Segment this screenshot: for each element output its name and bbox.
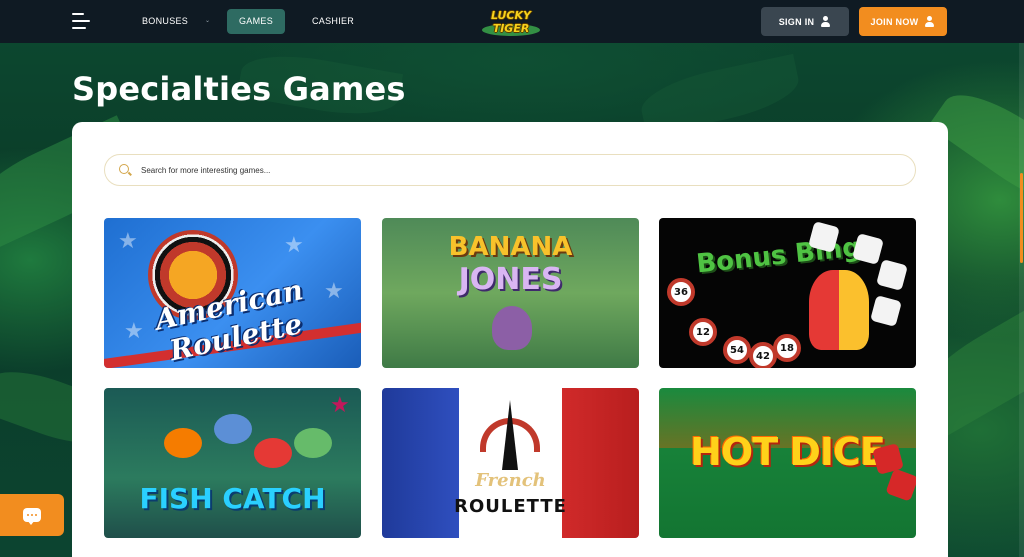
game-title: FISH CATCH: [139, 482, 326, 515]
games-panel: ★ ★ ★ ★ American Roulette BANANA JONES B…: [72, 122, 948, 557]
game-tile-american-roulette[interactable]: ★ ★ ★ ★ American Roulette: [104, 218, 361, 368]
star-decoration: ★: [284, 232, 304, 257]
game-tile-bonus-bingo[interactable]: Bonus Bingo 36 12 54 42 18: [659, 218, 916, 368]
game-title: BANANA: [448, 232, 573, 262]
user-plus-icon: [924, 16, 935, 27]
scrollbar-track[interactable]: [1019, 43, 1024, 557]
star-decoration: ★: [118, 228, 138, 253]
shark-icon: [214, 414, 252, 444]
join-now-label: JOIN NOW: [870, 16, 919, 27]
lucky-tiger-logo[interactable]: LUCKY TIGER: [474, 6, 548, 38]
dice-icon: [870, 295, 902, 327]
fish-icon: [254, 438, 292, 468]
live-chat-button[interactable]: [0, 494, 64, 536]
hamburger-menu-icon[interactable]: [72, 13, 92, 29]
nav-cashier[interactable]: CASHIER: [312, 9, 354, 34]
bingo-ball: 54: [723, 336, 751, 364]
search-input[interactable]: [141, 161, 901, 179]
top-header: BONUSES ⌄ GAMES CASHIER LUCKY TIGER SIGN…: [0, 0, 1024, 43]
nav-bonuses-label: BONUSES: [142, 16, 189, 26]
search-bar[interactable]: [104, 154, 916, 186]
game-tile-fish-catch[interactable]: ★ FISH CATCH: [104, 388, 361, 538]
game-title: French: [475, 470, 546, 491]
game-subtitle: ROULETTE: [454, 496, 567, 517]
chat-bubble-icon: [23, 508, 41, 525]
dice-icon: [876, 259, 908, 291]
user-icon: [820, 16, 831, 27]
sign-in-label: SIGN IN: [778, 16, 815, 27]
join-now-button[interactable]: JOIN NOW: [859, 7, 947, 36]
game-subtitle: JONES: [458, 262, 563, 297]
bingo-ball: 12: [689, 318, 717, 346]
game-tile-french-roulette[interactable]: French ROULETTE: [382, 388, 639, 538]
nav-games[interactable]: GAMES: [227, 9, 285, 34]
chevron-down-icon: ⌄: [204, 18, 211, 25]
page-title: Specialties Games: [72, 70, 406, 108]
sign-in-button[interactable]: SIGN IN: [761, 7, 849, 36]
bingo-ball: 36: [667, 278, 695, 306]
game-tile-hot-dice[interactable]: HOT DICE: [659, 388, 916, 538]
starfish-icon: ★: [330, 392, 350, 417]
search-icon: [119, 164, 132, 177]
scrollbar-thumb[interactable]: [1020, 173, 1023, 263]
fish-icon: [164, 428, 202, 458]
monkey-character-icon: [492, 306, 532, 350]
nav-bonuses[interactable]: BONUSES ⌄: [142, 9, 210, 34]
logo-text: LUCKY TIGER: [491, 9, 531, 35]
game-tile-banana-jones[interactable]: BANANA JONES: [382, 218, 639, 368]
fish-icon: [294, 428, 332, 458]
bingo-ball: 18: [773, 334, 801, 362]
jester-character-icon: [809, 270, 869, 350]
